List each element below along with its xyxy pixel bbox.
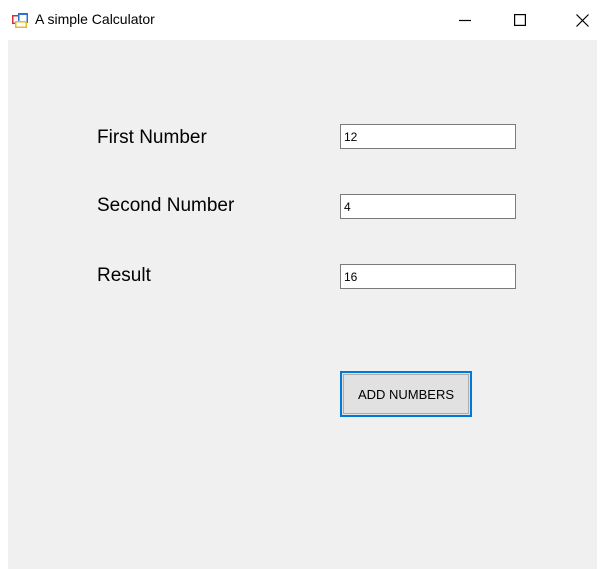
window-title: A simple Calculator [35,11,155,27]
second-number-input[interactable] [340,194,516,219]
first-number-label: First Number [97,127,207,148]
add-numbers-button-label: ADD NUMBERS [343,374,469,414]
maximize-icon [514,14,526,26]
close-icon [575,13,589,27]
result-input[interactable] [340,264,516,289]
minimize-icon [459,19,471,22]
first-number-input[interactable] [340,124,516,149]
minimize-button[interactable] [442,0,488,40]
result-label: Result [97,265,151,286]
add-numbers-button[interactable]: ADD NUMBERS [340,371,472,417]
maximize-button[interactable] [497,0,543,40]
form-client-area: First Number Second Number Result ADD NU… [8,40,597,569]
close-button[interactable] [559,0,605,40]
calculator-window: A simple Calculator First Number Second … [0,0,605,569]
app-icon [12,13,28,28]
second-number-label: Second Number [97,195,235,216]
title-bar[interactable]: A simple Calculator [0,0,605,40]
